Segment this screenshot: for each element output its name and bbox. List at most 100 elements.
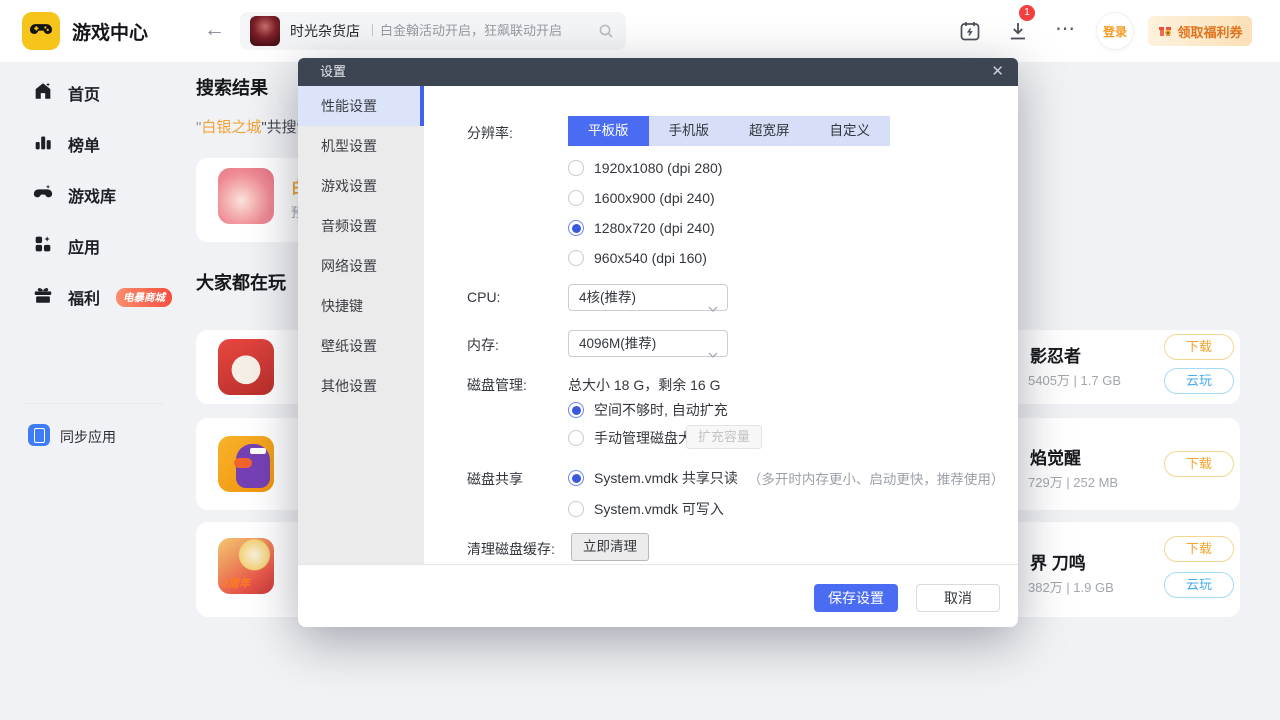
clean-cache-label: 清理磁盘缓存: xyxy=(467,539,555,559)
cpu-select[interactable]: 4核(推荐) xyxy=(568,284,728,311)
memory-label: 内存: xyxy=(467,335,499,355)
resolution-option-label: 1280x720 (dpi 240) xyxy=(594,220,715,236)
menu-item-wallpaper[interactable]: 壁纸设置 xyxy=(298,326,424,366)
radio-icon[interactable] xyxy=(568,160,584,176)
game-title[interactable]: 界 刀鸣 xyxy=(1030,549,1086,574)
download-button[interactable]: 下载 xyxy=(1164,451,1234,477)
sidebar-label-library: 游戏库 xyxy=(68,183,116,207)
coupon-button[interactable]: 领取福利券 xyxy=(1148,16,1252,46)
menu-item-audio[interactable]: 音频设置 xyxy=(298,206,424,246)
search-separator: 丨 xyxy=(366,12,379,50)
disk-management-label: 磁盘管理: xyxy=(467,375,527,395)
resolution-option-960[interactable]: 960x540 (dpi 160) xyxy=(568,249,707,267)
resolution-option-1600[interactable]: 1600x900 (dpi 240) xyxy=(568,189,715,207)
sidebar-item-apps[interactable]: 应用 xyxy=(32,233,100,259)
tab-phone[interactable]: 手机版 xyxy=(649,116,730,146)
radio-icon-selected[interactable] xyxy=(568,220,584,236)
cpu-select-value: 4核(推荐) xyxy=(579,290,636,305)
share-writable-option[interactable]: System.vmdk 可写入 xyxy=(568,500,724,518)
resolution-option-label: 960x540 (dpi 160) xyxy=(594,250,707,266)
gift-coupon-icon xyxy=(1157,22,1173,41)
duck-eye-shape xyxy=(250,448,266,454)
sidebar-item-home[interactable]: 首页 xyxy=(32,80,100,106)
calendar-icon[interactable] xyxy=(958,19,982,43)
duck-beak-shape xyxy=(234,458,252,468)
radio-icon-selected[interactable] xyxy=(568,470,584,486)
menu-item-game[interactable]: 游戏设置 xyxy=(298,166,424,206)
download-button[interactable]: 下载 xyxy=(1164,536,1234,562)
sidebar-item-ranking[interactable]: 榜单 xyxy=(32,131,100,157)
tab-ultrawide[interactable]: 超宽屏 xyxy=(729,116,810,146)
resolution-option-1920[interactable]: 1920x1080 (dpi 280) xyxy=(568,159,722,177)
download-button[interactable]: 下载 xyxy=(1164,334,1234,360)
resolution-tabbar: 平板版 手机版 超宽屏 自定义 xyxy=(568,116,890,146)
settings-menu: 性能设置 机型设置 游戏设置 音频设置 网络设置 快捷键 壁纸设置 其他设置 xyxy=(298,86,424,565)
chevron-down-icon xyxy=(708,341,718,347)
apps-icon xyxy=(32,233,54,260)
tab-custom[interactable]: 自定义 xyxy=(810,116,891,146)
chevron-down-icon xyxy=(708,295,718,301)
radio-icon[interactable] xyxy=(568,501,584,517)
radio-icon[interactable] xyxy=(568,190,584,206)
disk-summary: 总大小 18 G，剩余 16 G xyxy=(568,375,720,395)
dialog-title: 设置 xyxy=(320,58,346,86)
save-settings-button[interactable]: 保存设置 xyxy=(814,584,898,612)
close-icon[interactable]: ✕ xyxy=(991,58,1004,86)
login-button[interactable]: 登录 xyxy=(1097,13,1133,49)
game-title[interactable]: 影忍者 xyxy=(1030,342,1081,367)
sync-apps-label[interactable]: 同步应用 xyxy=(60,427,116,447)
memory-select[interactable]: 4096M(推荐) xyxy=(568,330,728,357)
cloud-play-button[interactable]: 云玩 xyxy=(1164,368,1234,394)
back-icon[interactable]: ← xyxy=(204,18,225,42)
game-icon-anniversary[interactable]: 2周年 xyxy=(218,538,274,594)
search-icon[interactable] xyxy=(598,23,614,44)
resolution-option-1280[interactable]: 1280x720 (dpi 240) xyxy=(568,219,715,237)
expand-capacity-button[interactable]: 扩充容量 xyxy=(686,425,762,449)
sidebar-label-welfare: 福利 xyxy=(68,285,100,309)
menu-item-performance[interactable]: 性能设置 xyxy=(298,86,424,126)
cancel-button[interactable]: 取消 xyxy=(916,584,1000,612)
clean-now-button[interactable]: 立即清理 xyxy=(571,533,649,561)
result-game-icon[interactable] xyxy=(218,168,274,224)
search-keyword: 白银之城 xyxy=(201,119,261,136)
game-title[interactable]: 焰觉醒 xyxy=(1030,444,1081,469)
disk-auto-expand-option[interactable]: 空间不够时, 自动扩充 xyxy=(568,401,728,419)
download-count-badge: 1 xyxy=(1019,5,1035,21)
sync-apps-icon[interactable] xyxy=(28,424,50,446)
topbar: 游戏中心 ← 时光杂货店 丨 白金翰活动开启，狂飙联动开启 1 ⋯ 登录 领取福… xyxy=(0,0,1280,62)
search-input[interactable]: 时光杂货店 丨 白金翰活动开启，狂飙联动开启 xyxy=(240,12,626,50)
resolution-option-label: 1920x1080 (dpi 280) xyxy=(594,160,722,176)
app-logo[interactable] xyxy=(22,12,60,50)
search-game-thumbnail xyxy=(250,16,280,46)
gift-icon xyxy=(32,284,54,311)
sidebar-label-home: 首页 xyxy=(68,81,100,105)
radio-icon-selected[interactable] xyxy=(568,402,584,418)
section-title-everyone-playing: 大家都在玩 xyxy=(196,269,286,295)
menu-item-shortcuts[interactable]: 快捷键 xyxy=(298,286,424,326)
more-menu-icon[interactable]: ⋯ xyxy=(1055,16,1075,41)
sidebar-item-welfare[interactable]: 福利 电暴商城 xyxy=(32,284,172,310)
search-promo-text: 白金翰活动开启，狂飙联动开启 xyxy=(380,12,562,50)
cloud-play-button[interactable]: 云玩 xyxy=(1164,572,1234,598)
game-icon-chicken[interactable] xyxy=(218,339,274,395)
radio-icon[interactable] xyxy=(568,430,584,446)
sidebar-item-library[interactable]: 游戏库 xyxy=(32,182,116,208)
menu-item-other[interactable]: 其他设置 xyxy=(298,366,424,406)
app-title: 游戏中心 xyxy=(72,18,148,45)
dialog-header[interactable]: 设置 ✕ xyxy=(298,58,1018,86)
cpu-label: CPU: xyxy=(467,289,500,305)
sidebar-divider xyxy=(24,403,164,404)
share-readonly-option[interactable]: System.vmdk 共享只读 （多开时内存更小、启动更快，推荐使用） xyxy=(568,469,1004,487)
menu-item-network[interactable]: 网络设置 xyxy=(298,246,424,286)
download-manager-icon[interactable] xyxy=(1006,19,1030,43)
share-writable-label: System.vmdk 可写入 xyxy=(594,499,724,519)
search-game-name: 时光杂货店 xyxy=(290,12,360,50)
share-readonly-note: （多开时内存更小、启动更快，推荐使用） xyxy=(748,468,1005,488)
disk-share-label: 磁盘共享 xyxy=(467,469,523,489)
radio-icon[interactable] xyxy=(568,250,584,266)
coupon-label: 领取福利券 xyxy=(1177,22,1242,41)
tab-tablet[interactable]: 平板版 xyxy=(568,116,649,146)
game-icon-duck[interactable] xyxy=(218,436,274,492)
menu-item-device-model[interactable]: 机型设置 xyxy=(298,126,424,166)
sidebar-label-ranking: 榜单 xyxy=(68,132,100,156)
